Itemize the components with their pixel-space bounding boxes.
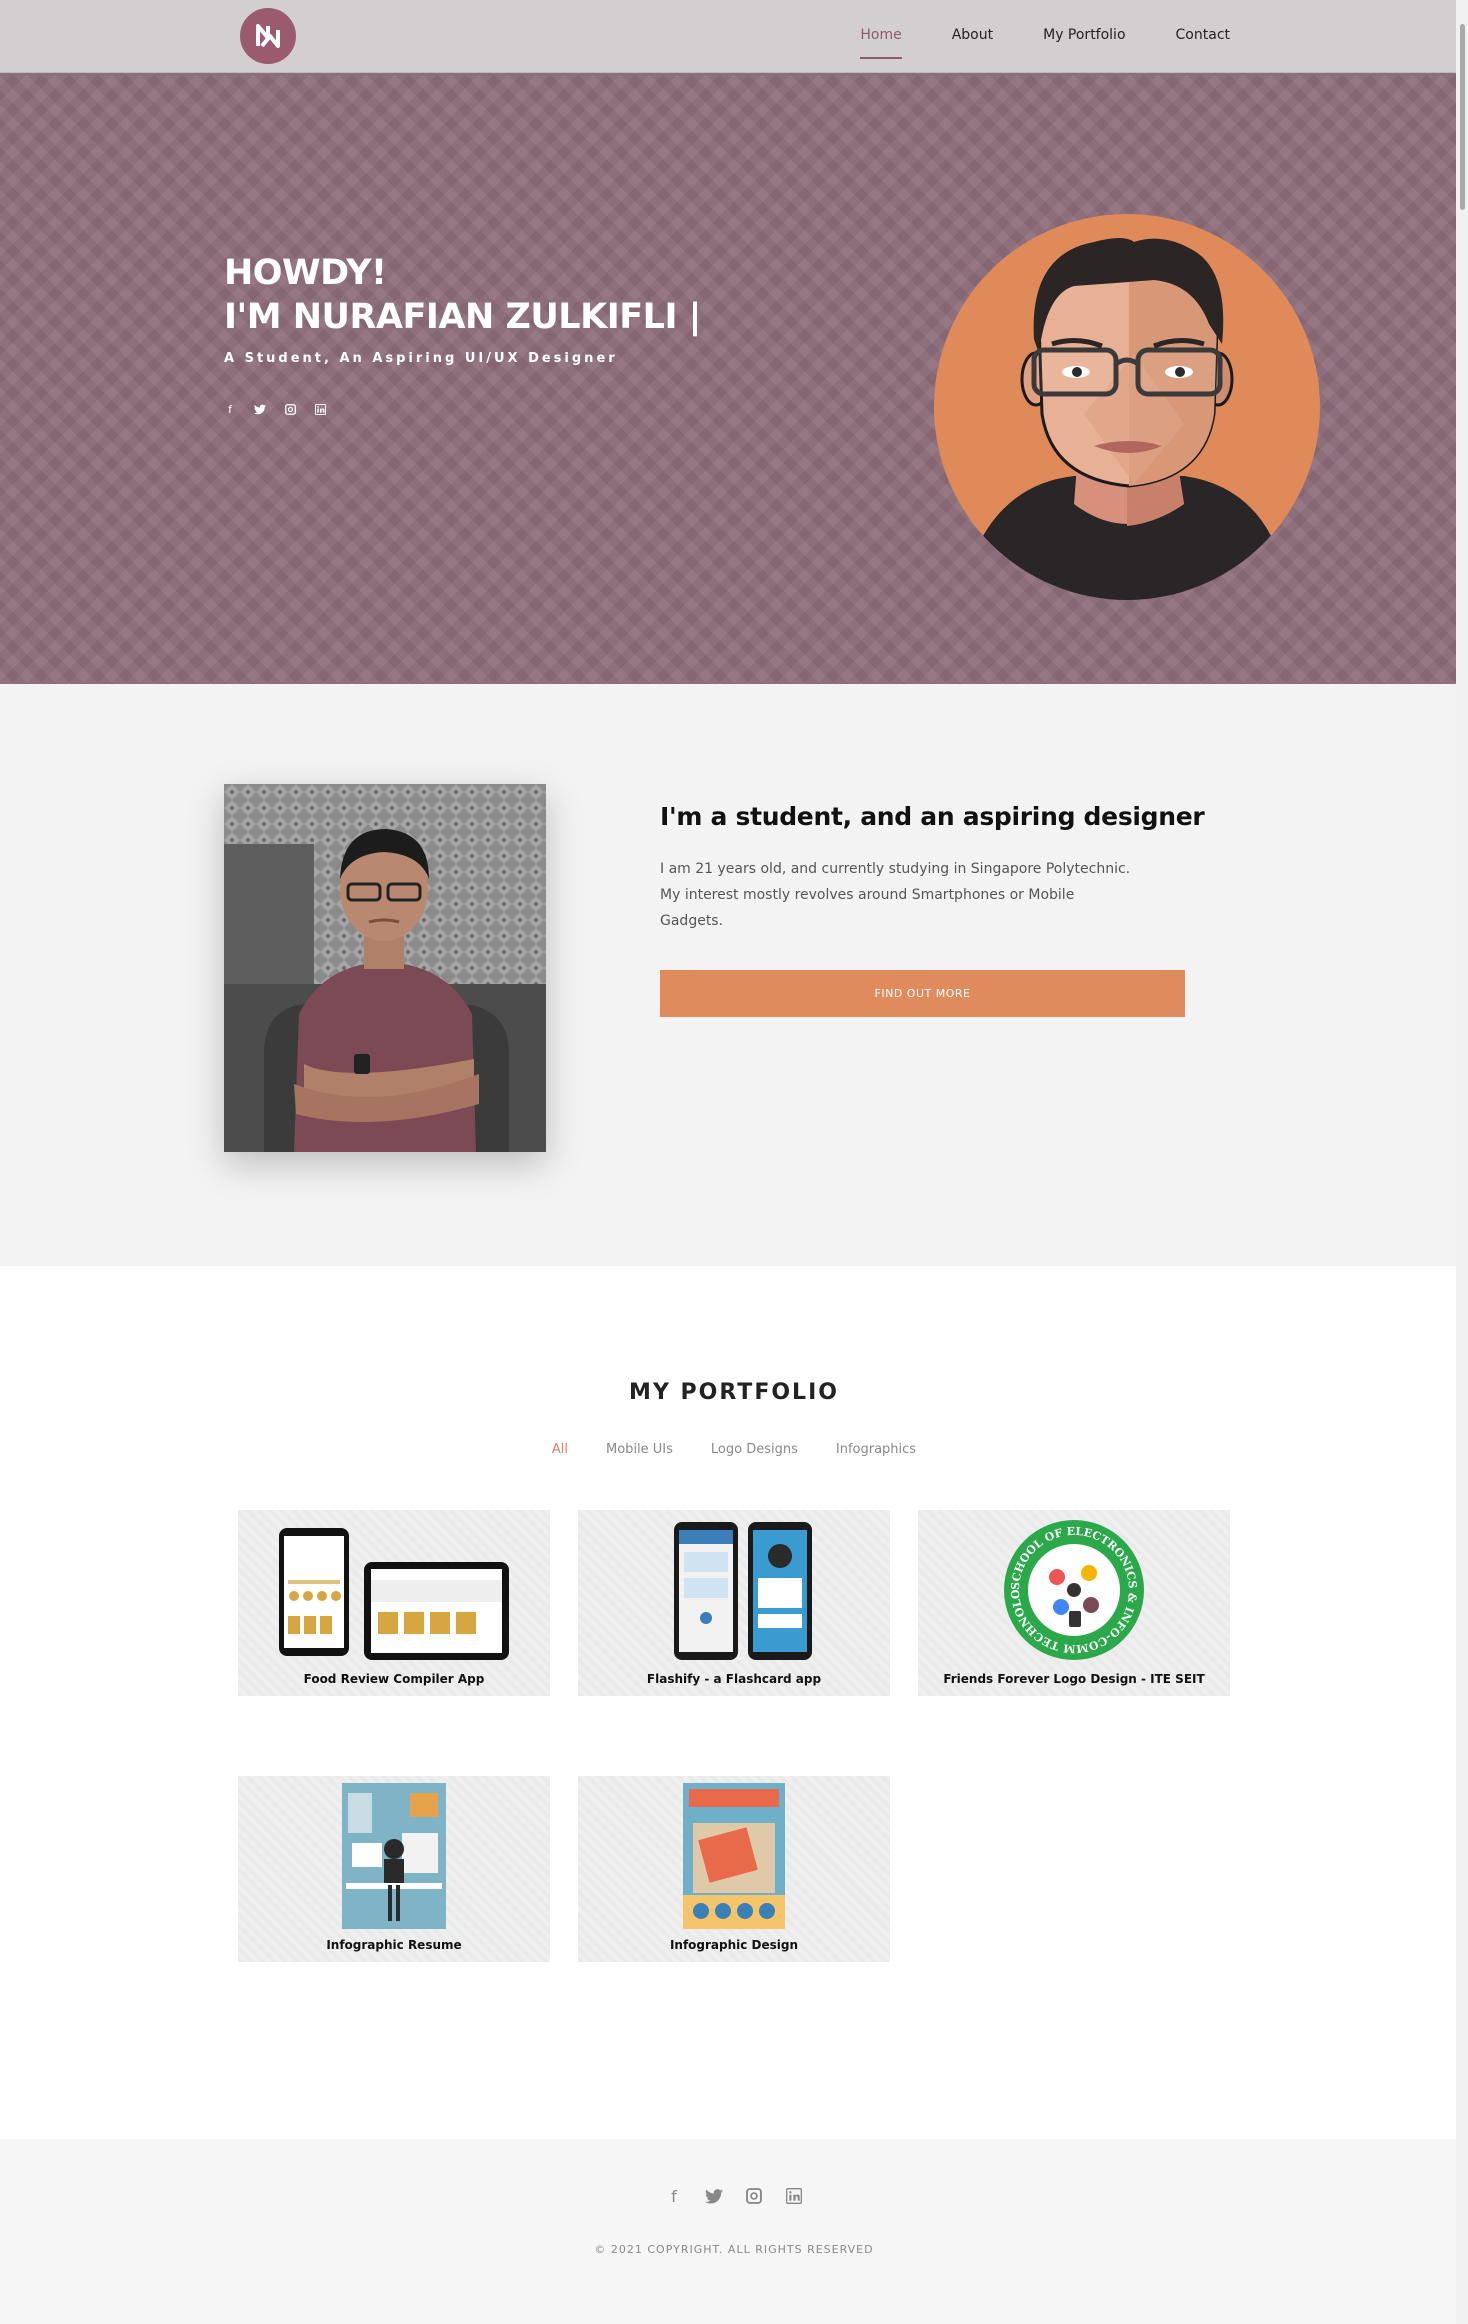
profile-photo [224,784,546,1152]
scrollbar-thumb[interactable] [1460,24,1465,210]
filter-infographics[interactable]: Infographics [836,1442,916,1457]
hero-title: HOWDY! I'M NURAFIAN ZULKIFLI | [224,251,701,339]
nav-link-portfolio[interactable]: My Portfolio [1043,27,1125,47]
nav-links: Home About My Portfolio Contact [860,0,1230,73]
filter-all[interactable]: All [552,1442,568,1457]
card-caption: Infographic Design [669,1938,799,1952]
hero-social-links: f [224,403,326,416]
portfolio-card-logo-ite[interactable]: SCHOOL OF ELECTRONICS & INFO-COMM TECHNO… [918,1510,1230,1696]
resume-poster-icon [342,1783,446,1929]
hero-greeting: HOWDY! [224,253,387,293]
card-thumbnail: SCHOOL OF ELECTRONICS & INFO-COMM TECHNO… [918,1510,1230,1670]
card-caption: Flashify - a Flashcard app [646,1672,822,1686]
logo-mark-icon [256,24,280,48]
portfolio-card-food-review[interactable]: Food Review Compiler App [238,1510,550,1696]
card-caption: Friends Forever Logo Design - ITE SEIT [943,1672,1205,1686]
avatar-illustration [934,214,1320,600]
portfolio-card-flashify[interactable]: Flashify - a Flashcard app [578,1510,890,1696]
find-out-more-button[interactable]: FIND OUT MORE [660,970,1185,1017]
linkedin-icon[interactable] [785,2187,803,2205]
about-text-line: I am 21 years old, and currently studyin… [660,861,1131,877]
card-caption: Infographic Resume [326,1938,462,1952]
about-section: I'm a student, and an aspiring designer … [0,684,1468,1266]
portfolio-section: MY PORTFOLIO All Mobile UIs Logo Designs… [0,1266,1468,2139]
filter-mobile-uis[interactable]: Mobile UIs [606,1442,673,1457]
filter-logo-designs[interactable]: Logo Designs [711,1442,798,1457]
footer-social-links: f [0,2187,1468,2206]
site-footer: f © 2021 COPYRIGHT. ALL RIGHTS RESERVED [0,2139,1468,2324]
portfolio-card-infographic-resume[interactable]: Infographic Resume [238,1776,550,1962]
twitter-icon[interactable] [705,2187,723,2205]
site-logo[interactable] [240,8,296,64]
nav-link-about[interactable]: About [952,27,993,47]
instagram-icon[interactable] [745,2187,763,2205]
facebook-icon[interactable]: f [665,2187,683,2206]
copyright-text: © 2021 COPYRIGHT. ALL RIGHTS RESERVED [594,2243,874,2256]
linkedin-icon[interactable] [314,403,326,415]
card-thumbnail [238,1776,550,1936]
person-photo-icon [224,784,546,1152]
hero-subtitle: A Student, An Aspiring UI/UX Designer [224,351,618,366]
portfolio-heading: MY PORTFOLIO [629,1380,839,1405]
instagram-icon[interactable] [284,403,296,415]
portfolio-filters: All Mobile UIs Logo Designs Infographics [0,1442,1468,1457]
about-text-line: Gadgets. [660,913,724,929]
about-heading: I'm a student, and an aspiring designer [660,802,1205,831]
hero-section: HOWDY! I'M NURAFIAN ZULKIFLI | A Student… [0,73,1468,684]
hero-name: I'M NURAFIAN ZULKIFLI | [224,297,701,337]
infographic-poster-icon [683,1783,785,1929]
facebook-icon[interactable]: f [224,403,236,416]
two-phones-mockup-icon [674,1522,812,1660]
circular-logo-icon: SCHOOL OF ELECTRONICS & INFO-COMM TECHNO… [999,1515,1144,1660]
card-thumbnail [578,1510,890,1670]
nav-link-home[interactable]: Home [860,27,903,59]
nav-link-contact[interactable]: Contact [1176,27,1230,47]
about-text-line: My interest mostly revolves around Smart… [660,887,1075,903]
about-description: I am 21 years old, and currently studyin… [660,856,1140,934]
page-scrollbar[interactable] [1456,0,1468,2324]
cartoon-portrait-icon [974,238,1279,600]
phone-tablet-mockup-icon [279,1528,509,1660]
card-thumbnail [238,1510,550,1670]
card-caption: Food Review Compiler App [303,1672,485,1686]
portfolio-card-infographic-design[interactable]: Infographic Design [578,1776,890,1962]
card-thumbnail [578,1776,890,1936]
top-navbar: Home About My Portfolio Contact [0,0,1468,73]
twitter-icon[interactable] [254,403,266,415]
